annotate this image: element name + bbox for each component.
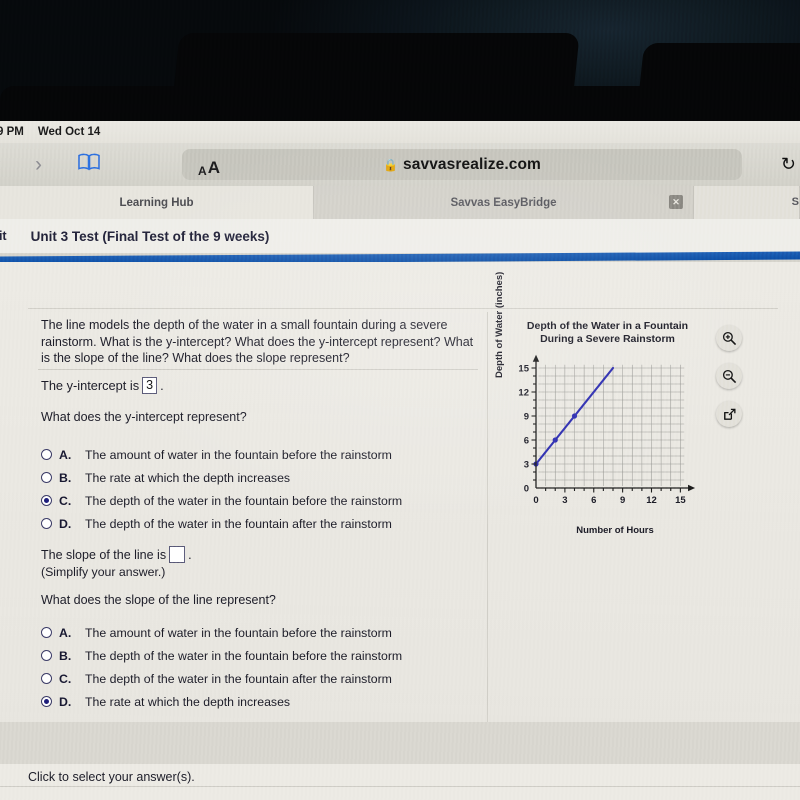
svg-text:12: 12: [518, 387, 529, 398]
choice-1-a[interactable]: A. The amount of water in the fountain b…: [41, 443, 402, 466]
close-icon[interactable]: ✕: [669, 195, 683, 209]
text-size-button[interactable]: AA: [186, 150, 232, 178]
chart-container: Depth of the Water in a Fountain During …: [494, 272, 720, 540]
divider-under-prompt: [38, 369, 478, 370]
status-bar-date: Wed Oct 14: [37, 126, 101, 138]
slope-input[interactable]: [169, 546, 186, 563]
choice-1-c[interactable]: C. The depth of the water in the fountai…: [41, 489, 402, 512]
choice-1-d[interactable]: D. The depth of the water in the fountai…: [41, 512, 402, 535]
y-intercept-input[interactable]: 3: [142, 377, 158, 394]
chevron-left-icon[interactable]: ‹: [0, 154, 1, 175]
zoom-in-icon[interactable]: [716, 325, 742, 351]
svg-text:0: 0: [524, 483, 529, 494]
browser-toolbar: ‹ › 🔒 savvasrealize.com AA ↻: [0, 143, 800, 186]
sub-question-1: What does the y-intercept represent?: [41, 410, 247, 424]
radio-2-a[interactable]: [41, 627, 52, 638]
choice-1-c-letter: C.: [59, 493, 72, 508]
choice-2-d-letter: D.: [59, 694, 72, 709]
open-in-new-window-icon[interactable]: [716, 401, 742, 427]
exit-button[interactable]: xit: [0, 229, 7, 243]
choice-1-a-text: The amount of water in the fountain befo…: [85, 447, 392, 462]
simplify-note: (Simplify your answer.): [41, 565, 166, 579]
choice-2-a-letter: A.: [59, 625, 72, 640]
y-intercept-suffix: .: [160, 378, 164, 393]
chart-tools: [716, 325, 742, 439]
choice-1-d-letter: D.: [59, 516, 72, 531]
slope-answer-row: The slope of the line is .: [41, 546, 192, 563]
choice-2-c[interactable]: C. The depth of the water in the fountai…: [41, 667, 402, 690]
y-intercept-answer-row: The y-intercept is 3 .: [41, 377, 164, 394]
svg-text:12: 12: [646, 495, 657, 506]
question-prompt: The line models the depth of the water i…: [41, 318, 474, 365]
zoom-out-icon[interactable]: [716, 363, 742, 389]
radio-1-d[interactable]: [41, 518, 52, 529]
radio-2-b[interactable]: [41, 650, 52, 661]
choice-2-d[interactable]: D. The rate at which the depth increases: [41, 690, 402, 713]
svg-text:6: 6: [591, 495, 596, 506]
device-bezel: [0, 0, 800, 123]
tab-savvas-easybridge-label: Savvas EasyBridge: [450, 196, 557, 209]
text-size-small-a: A: [198, 164, 207, 178]
svg-text:6: 6: [524, 435, 529, 446]
choice-group-2: A. The amount of water in the fountain b…: [41, 621, 402, 713]
svg-text:15: 15: [675, 495, 686, 506]
choice-2-a-text: The amount of water in the fountain befo…: [85, 625, 392, 640]
choice-group-1: A. The amount of water in the fountain b…: [41, 443, 402, 535]
choice-2-c-text: The depth of the water in the fountain a…: [85, 671, 392, 686]
choice-1-b-letter: B.: [59, 470, 72, 485]
chevron-right-icon[interactable]: ›: [35, 154, 42, 175]
lock-icon: 🔒: [383, 157, 399, 172]
divider-top: [28, 308, 778, 309]
tab-savvas-easybridge[interactable]: Savvas EasyBridge ✕: [314, 186, 694, 219]
screenshot-root: 9 PM Wed Oct 14 ‹ › 🔒 savvasrealize.com …: [0, 0, 800, 800]
tab-learning-hub[interactable]: Learning Hub: [0, 186, 314, 219]
chart-plot: 0 3 6 9 12 15 0 3 6 9 12 15: [518, 354, 696, 506]
page-title: Unit 3 Test (Final Test of the 9 weeks): [30, 228, 270, 244]
app-header: xit Unit 3 Test (Final Test of the 9 wee…: [0, 219, 800, 254]
radio-1-c[interactable]: [41, 495, 52, 506]
radio-1-a[interactable]: [41, 449, 52, 460]
choice-2-b-text: The depth of the water in the fountain b…: [85, 648, 403, 663]
choice-2-b-letter: B.: [59, 648, 72, 663]
choice-2-a[interactable]: A. The amount of water in the fountain b…: [41, 621, 402, 644]
choice-2-b[interactable]: B. The depth of the water in the fountai…: [41, 644, 402, 667]
choice-1-c-text: The depth of the water in the fountain b…: [85, 493, 403, 508]
tab-overflow-label: S: [791, 196, 799, 208]
status-bar-time: 9 PM: [0, 126, 24, 138]
chart-title: Depth of the Water in a Fountain During …: [505, 320, 710, 345]
radio-2-c[interactable]: [41, 673, 52, 684]
svg-text:15: 15: [518, 363, 529, 374]
choice-1-b[interactable]: B. The rate at which the depth increases: [41, 466, 402, 489]
status-bar: 9 PM Wed Oct 14: [0, 121, 800, 143]
tab-learning-hub-label: Learning Hub: [119, 196, 194, 209]
slope-suffix: .: [188, 547, 192, 562]
svg-text:3: 3: [524, 459, 529, 470]
svg-text:3: 3: [562, 495, 567, 506]
sub-question-2: What does the slope of the line represen…: [41, 593, 276, 607]
reload-icon[interactable]: ↻: [781, 154, 796, 175]
url-text: savvasrealize.com: [403, 155, 541, 173]
choice-2-c-letter: C.: [59, 671, 72, 686]
y-intercept-prefix: The y-intercept is: [41, 378, 140, 393]
svg-text:0: 0: [533, 495, 538, 506]
tab-bar: Learning Hub Savvas EasyBridge ✕: [0, 186, 800, 219]
book-icon[interactable]: [78, 153, 100, 176]
address-bar[interactable]: 🔒 savvasrealize.com: [182, 149, 742, 180]
choice-1-b-text: The rate at which the depth increases: [85, 470, 291, 485]
svg-text:9: 9: [524, 411, 529, 422]
chart-title-line1: Depth of the Water in a Fountain: [526, 320, 689, 332]
svg-text:9: 9: [620, 495, 625, 506]
choice-1-d-text: The depth of the water in the fountain a…: [85, 516, 392, 531]
footer-hint: Click to select your answer(s).: [28, 770, 195, 784]
divider-vertical: [487, 312, 488, 722]
slope-prefix: The slope of the line is: [41, 547, 167, 562]
radio-2-d[interactable]: [41, 696, 52, 707]
choice-1-a-letter: A.: [59, 447, 72, 462]
chart-title-line2: During a Severe Rainstorm: [540, 332, 675, 345]
text-size-large-a: A: [207, 158, 220, 177]
choice-2-d-text: The rate at which the depth increases: [85, 694, 291, 709]
tab-overflow[interactable]: [694, 186, 800, 219]
radio-1-b[interactable]: [41, 472, 52, 483]
